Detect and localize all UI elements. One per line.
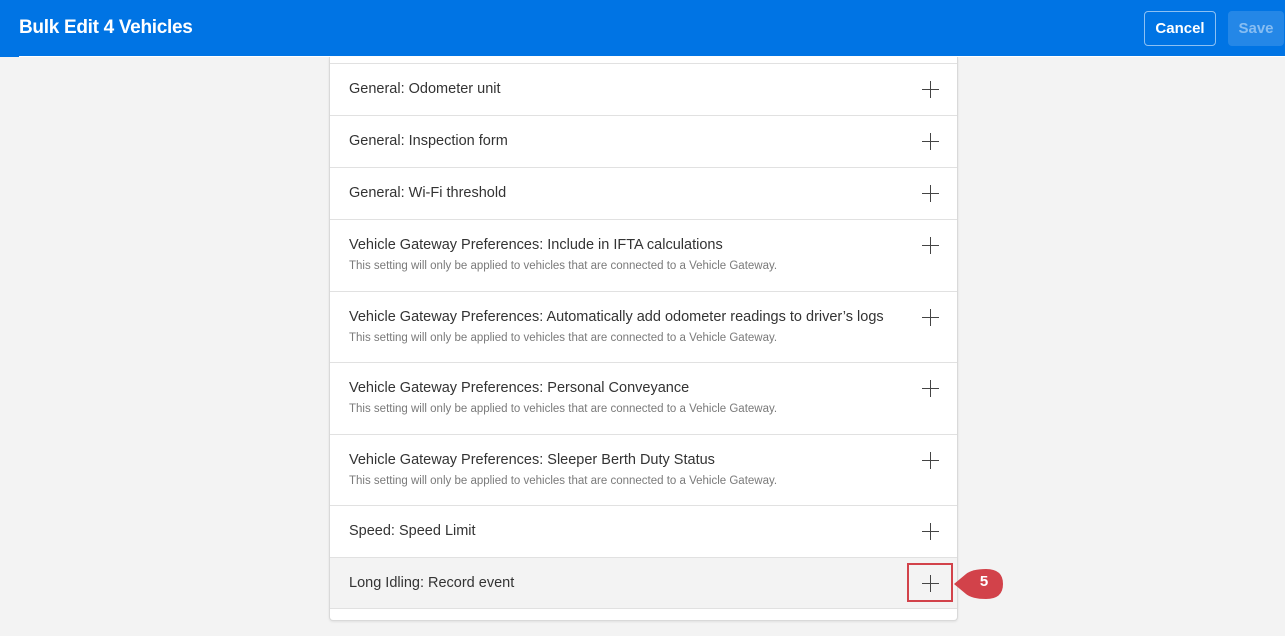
settings-row[interactable]: Vehicle Gateway Preferences: Sleeper Ber… xyxy=(330,435,957,506)
plus-icon[interactable] xyxy=(922,380,939,397)
settings-row[interactable]: Speed: Speed Limit xyxy=(330,506,957,558)
settings-row-partial xyxy=(330,57,957,64)
setting-note: This setting will only be applied to veh… xyxy=(349,475,778,487)
setting-label: Long Idling: Record event xyxy=(349,575,515,591)
plus-icon[interactable] xyxy=(922,81,939,98)
settings-row[interactable]: General: Wi-Fi threshold xyxy=(330,168,957,220)
setting-label: General: Wi-Fi threshold xyxy=(349,185,507,201)
settings-row[interactable]: Vehicle Gateway Preferences: Include in … xyxy=(330,220,957,292)
plus-icon[interactable] xyxy=(922,185,939,202)
setting-label: Vehicle Gateway Preferences: Sleeper Ber… xyxy=(349,452,715,468)
cancel-button[interactable]: Cancel xyxy=(1144,11,1216,46)
setting-label: Vehicle Gateway Preferences: Automatical… xyxy=(349,309,884,325)
setting-note: This setting will only be applied to veh… xyxy=(349,260,778,272)
plus-icon[interactable] xyxy=(922,237,939,254)
setting-note: This setting will only be applied to veh… xyxy=(349,403,778,415)
settings-row[interactable]: Vehicle Gateway Preferences: Personal Co… xyxy=(330,363,957,435)
setting-label: Speed: Speed Limit xyxy=(349,523,476,539)
setting-label: Vehicle Gateway Preferences: Include in … xyxy=(349,237,723,253)
plus-icon[interactable] xyxy=(922,133,939,150)
app-header: Bulk Edit 4 Vehicles Cancel Save xyxy=(0,0,1285,57)
setting-label: General: Inspection form xyxy=(349,133,508,149)
page-title: Bulk Edit 4 Vehicles xyxy=(19,17,193,38)
settings-row[interactable]: General: Inspection form xyxy=(330,116,957,168)
settings-row[interactable]: Vehicle Gateway Preferences: Automatical… xyxy=(330,292,957,363)
setting-note: This setting will only be applied to veh… xyxy=(349,332,778,344)
setting-label: General: Odometer unit xyxy=(349,81,501,97)
save-button[interactable]: Save xyxy=(1228,11,1284,46)
setting-label: Vehicle Gateway Preferences: Personal Co… xyxy=(349,380,690,396)
plus-icon[interactable] xyxy=(922,523,939,540)
callout-number: 5 xyxy=(979,573,989,590)
plus-icon[interactable] xyxy=(922,452,939,469)
settings-row-long-idling[interactable]: Long Idling: Record event xyxy=(330,558,957,609)
plus-icon[interactable] xyxy=(922,309,939,326)
settings-panel: General: Odometer unit General: Inspecti… xyxy=(329,57,958,621)
highlight-box xyxy=(907,563,953,602)
settings-row[interactable]: General: Odometer unit xyxy=(330,64,957,116)
